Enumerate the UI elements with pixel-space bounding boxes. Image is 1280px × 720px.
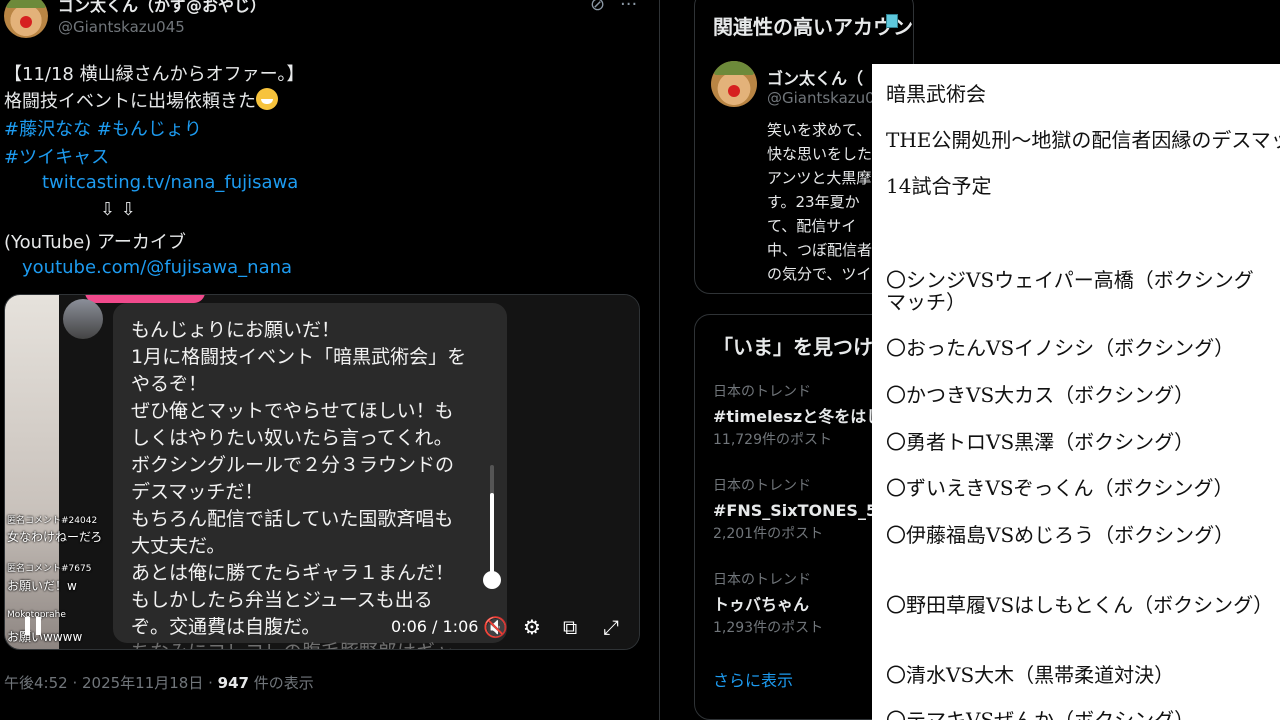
volume-handle[interactable] [483,571,501,589]
trend-count: 2,201件のポスト [713,526,824,542]
tweet-text-line: 格闘技イベントに出場依頼きた [4,87,278,113]
hashtag-link[interactable]: #ツイキャス [4,143,109,169]
trend-name[interactable]: #FNS_SixTONES_5曲 [713,497,893,521]
bubble-line: しくはやりたい奴いたら言ってくれ。 [131,427,453,449]
bubble-line: ぜひ俺とマットでやらせてほしい！も [131,400,454,422]
tweet-text: 格闘技イベントに出場依頼きた [4,91,256,112]
notepad-line: 〇勇者トロVS黒澤（ボクシング） [886,430,1195,454]
related-bio-line: 笑いを求めて、 [767,121,872,139]
notepad-line: THE公開処刑～地獄の配信者因縁のデスマッチ [886,128,1280,152]
grok-icon[interactable]: ⊘ [590,0,605,15]
view-count: 947 [217,674,249,692]
viewer-comment: 女なわけねーだろ [7,530,103,544]
video-banner [85,295,205,303]
author-handle[interactable]: @Giantskazu045 [58,18,185,36]
tweet-timestamp[interactable]: 午後4:52 · 2025年11月18日 · [4,674,218,692]
view-label: 件の表示 [248,674,314,692]
related-title: 関連性の高いアカウント [713,15,914,39]
related-bio-line: て、配信サイ [767,217,857,235]
notepad-line: 〇伊藤福島VSめじろう（ボクシング） [886,523,1235,547]
bubble-line: ちなみにコレコレの腹毛豚野郎はギャ [131,637,454,649]
trend-category: 日本のトレンド [713,572,811,588]
notepad-line: 〇ずいえきVSぞっくん（ボクシング） [886,476,1234,500]
more-icon[interactable]: ··· [620,0,637,15]
viewer-comment: お願いwwww [7,630,83,644]
notepad-overlay[interactable]: 暗黒武術会 THE公開処刑～地獄の配信者因縁のデスマッチ 14試合予定 〇シンジ… [872,64,1280,720]
trend-category: 日本のトレンド [713,478,811,494]
related-bio-line: 快な思いをした [767,145,873,163]
related-bio-line: 中、つぼ配信者 [767,241,873,259]
bubble-line: ぞ。交通費は自腹だ。 [131,616,321,638]
youtube-label: (YouTube) アーカイブ [4,232,186,253]
notepad-line: 〇かつきVS大カス（ボクシング） [886,383,1195,407]
settings-gear-icon[interactable]: ⚙ [523,615,541,639]
trend-count: 11,729件のポスト [713,432,832,448]
bubble-line: 大丈夫だ。 [131,535,226,557]
video-background [5,295,59,649]
author-avatar[interactable] [4,0,48,38]
notepad-line: 〇清水VS大木（黒帯柔道対決） [886,663,1175,687]
bubble-line: もんじょりにお願いだ！ [131,319,341,341]
bubble-line: 1月に格闘技イベント「暗黒武術会」を [131,346,467,368]
volume-fill [490,493,494,583]
bubble-line: やるぞ！ [131,373,208,395]
fullscreen-icon[interactable]: ⤢ [603,615,619,639]
viewer-comment: お願いだ！w [7,579,77,593]
trend-name[interactable]: トゥバちゃん [713,591,809,615]
viewer-comment-label: 匿名コメント#24042 [7,516,98,526]
notepad-line: 暗黒武術会 [886,82,986,106]
tweet-column: ゴン太くん（かず@おやじ） @Giantskazu045 ⊘ ··· 【11/1… [0,0,660,720]
pause-icon[interactable] [25,617,41,635]
related-avatar[interactable] [711,61,757,107]
pip-icon[interactable]: ⧉ [563,615,577,639]
notepad-line: マッチ） [886,290,966,314]
bubble-line: もちろん配信で話していた国歌斉唱も [131,508,454,530]
author-name[interactable]: ゴン太くん（かず@おやじ） [58,0,266,16]
related-bio-line: す。23年夏か [767,193,860,211]
bubble-line: ボクシングルールで２分３ラウンドの [131,454,455,476]
viewer-comment-label: 匿名コメント#7675 [7,564,92,574]
notepad-line: 〇テマキVSぜんか（ボクシング） [886,708,1195,720]
tweet-text-line: 【11/18 横山緑さんからオファー。】 [4,64,305,85]
bubble-line: あとは俺に勝てたらギャラ１まんだ！ [131,562,455,584]
video-avatar [63,299,103,339]
video-time: 0:06 / 1:06 [391,617,479,636]
youtube-link[interactable]: youtube.com/@fujisawa_nana [22,257,292,278]
bubble-line: デスマッチだ！ [131,481,264,503]
hashtag-link[interactable]: #藤沢なな #もんじょり [4,115,202,141]
twitcasting-link[interactable]: twitcasting.tv/nana_fujisawa [42,172,298,193]
related-bio-line: の気分で、ツイ [767,265,872,283]
show-more-link[interactable]: さらに表示 [713,667,793,691]
video-player[interactable]: もんじょりにお願いだ！ 1月に格闘技イベント「暗黒武術会」を やるぞ！ ぜひ俺と… [4,294,640,650]
grin-emoji-icon [256,88,278,110]
notepad-line: 〇野田草履VSはしもとくん（ボクシング） [886,593,1274,617]
notepad-icon[interactable] [886,14,898,28]
related-bio-line: アンツと大黒摩 [767,169,872,187]
mute-icon[interactable]: 🔇 [483,615,508,639]
tweet-meta: 午後4:52 · 2025年11月18日 · 947 件の表示 [4,672,314,693]
related-name[interactable]: ゴン太くん（ [767,65,863,89]
arrows-text: ⇩ ⇩ [100,199,136,220]
notepad-line: 14試合予定 [886,174,992,198]
trend-count: 1,293件のポスト [713,620,824,636]
notepad-line: 〇おったんVSイノシシ（ボクシング） [886,336,1235,360]
bubble-line: もしかしたら弁当とジュースも出る [131,589,433,611]
trend-category: 日本のトレンド [713,384,811,400]
